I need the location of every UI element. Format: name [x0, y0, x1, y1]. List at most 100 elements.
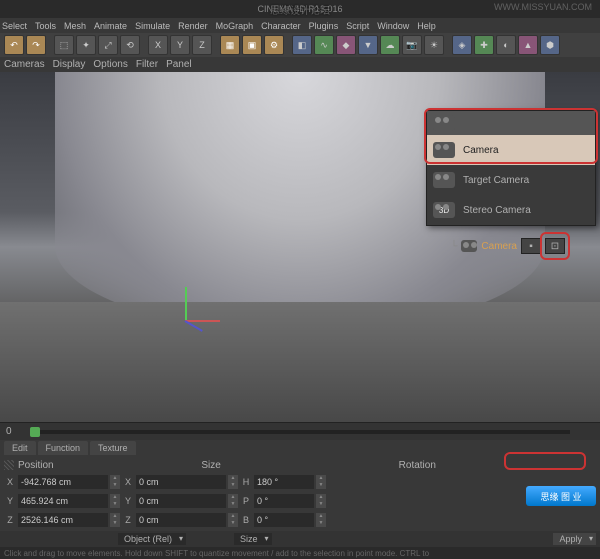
tool-a[interactable]: ◈: [452, 35, 472, 55]
menu-select[interactable]: Select: [2, 21, 27, 31]
size-z-input[interactable]: [136, 513, 226, 527]
rot-p-input[interactable]: [254, 494, 314, 508]
generator-button[interactable]: ◆: [336, 35, 356, 55]
status-bar: Click and drag to move elements. Hold do…: [0, 547, 600, 559]
vp-display[interactable]: Display: [53, 59, 86, 70]
timeline-track[interactable]: [30, 430, 570, 434]
timeline[interactable]: 0: [0, 422, 600, 440]
tool-b[interactable]: ✚: [474, 35, 494, 55]
label-p: P: [240, 496, 252, 506]
camera-icon: [461, 240, 477, 252]
camera-button[interactable]: 📷: [402, 35, 422, 55]
mode-dropdown[interactable]: Object (Rel): [118, 533, 186, 545]
deformer-button[interactable]: ▼: [358, 35, 378, 55]
pos-x-input[interactable]: [18, 475, 108, 489]
spinner[interactable]: ▲▼: [316, 494, 326, 508]
pos-z-input[interactable]: [18, 513, 108, 527]
coord-bottombar: Object (Rel) Size Apply: [0, 531, 600, 547]
environment-button[interactable]: ☁: [380, 35, 400, 55]
menu-help[interactable]: Help: [417, 21, 436, 31]
spinner[interactable]: ▲▼: [316, 513, 326, 527]
popup-label: Target Camera: [463, 175, 529, 186]
axis-x[interactable]: X: [148, 35, 168, 55]
menu-window[interactable]: Window: [377, 21, 409, 31]
primitive-button[interactable]: ◧: [292, 35, 312, 55]
label-b: B: [240, 515, 252, 525]
label-z: Z: [4, 515, 16, 525]
viewport-menubar: Cameras Display Options Filter Panel: [0, 57, 600, 72]
rot-b-input[interactable]: [254, 513, 314, 527]
size-y-input[interactable]: [136, 494, 226, 508]
menu-mesh[interactable]: Mesh: [64, 21, 86, 31]
menu-script[interactable]: Script: [346, 21, 369, 31]
label-h: H: [240, 477, 252, 487]
rot-h-input[interactable]: [254, 475, 314, 489]
header-size: Size: [201, 460, 220, 471]
camera-3d-icon: 3D: [433, 202, 455, 218]
menu-render[interactable]: Render: [178, 21, 208, 31]
object-manager-row[interactable]: └ Camera ▪ ⊡: [450, 238, 565, 254]
menu-animate[interactable]: Animate: [94, 21, 127, 31]
vp-panel[interactable]: Panel: [166, 59, 192, 70]
tool-d[interactable]: ▲: [518, 35, 538, 55]
viewport[interactable]: Camera Target Camera 3D Stereo Camera └ …: [0, 72, 600, 422]
header-rotation: Rotation: [399, 460, 436, 471]
object-visibility-button[interactable]: ▪: [521, 238, 541, 254]
light-button[interactable]: ☀: [424, 35, 444, 55]
popup-label: Stereo Camera: [463, 205, 531, 216]
tool-e[interactable]: ⬢: [540, 35, 560, 55]
render-settings[interactable]: ⚙: [264, 35, 284, 55]
tab-function[interactable]: Function: [38, 441, 89, 455]
spinner[interactable]: ▲▼: [110, 494, 120, 508]
menu-character[interactable]: Character: [261, 21, 301, 31]
pos-y-input[interactable]: [18, 494, 108, 508]
spinner[interactable]: ▲▼: [316, 475, 326, 489]
scene-floor: [0, 302, 600, 422]
object-tag-button[interactable]: ⊡: [545, 238, 565, 254]
undo-button[interactable]: ↶: [4, 35, 24, 55]
vp-filter[interactable]: Filter: [136, 59, 158, 70]
spinner[interactable]: ▲▼: [110, 475, 120, 489]
popup-item-stereo-camera[interactable]: 3D Stereo Camera: [427, 195, 595, 225]
popup-header: [427, 111, 595, 135]
object-label[interactable]: Camera: [481, 241, 517, 252]
vp-cameras[interactable]: Cameras: [4, 59, 45, 70]
vp-options[interactable]: Options: [93, 59, 127, 70]
tool-c[interactable]: ◐: [496, 35, 516, 55]
label-y: Y: [4, 496, 16, 506]
axis-x-handle[interactable]: [185, 320, 220, 322]
rotate-tool[interactable]: ⟲: [120, 35, 140, 55]
spinner[interactable]: ▲▼: [228, 475, 238, 489]
titlebar: CINEMA 4D R13.016: [0, 0, 600, 18]
tab-texture[interactable]: Texture: [90, 441, 136, 455]
label-x: X: [122, 477, 134, 487]
menu-simulate[interactable]: Simulate: [135, 21, 170, 31]
spinner[interactable]: ▲▼: [228, 494, 238, 508]
axis-y[interactable]: Y: [170, 35, 190, 55]
spinner[interactable]: ▲▼: [110, 513, 120, 527]
axis-z[interactable]: Z: [192, 35, 212, 55]
apply-button[interactable]: Apply: [553, 533, 596, 545]
popup-item-camera[interactable]: Camera: [427, 135, 595, 165]
move-tool[interactable]: ✦: [76, 35, 96, 55]
toolbar: ↶ ↷ ⬚ ✦ ⤢ ⟲ X Y Z ▦ ▣ ⚙ ◧ ∿ ◆ ▼ ☁ 📷 ☀ ◈ …: [0, 33, 600, 57]
axis-y-handle[interactable]: [185, 287, 187, 322]
scale-tool[interactable]: ⤢: [98, 35, 118, 55]
spline-button[interactable]: ∿: [314, 35, 334, 55]
menu-plugins[interactable]: Plugins: [309, 21, 339, 31]
size-x-input[interactable]: [136, 475, 226, 489]
select-tool[interactable]: ⬚: [54, 35, 74, 55]
axis-gizmo[interactable]: [165, 282, 205, 322]
redo-button[interactable]: ↷: [26, 35, 46, 55]
menu-mograph[interactable]: MoGraph: [216, 21, 254, 31]
render-region[interactable]: ▣: [242, 35, 262, 55]
tab-edit[interactable]: Edit: [4, 441, 36, 455]
coordinates-panel: Position Size Rotation X ▲▼ X ▲▼ H ▲▼ Y …: [0, 456, 600, 531]
spinner[interactable]: ▲▼: [228, 513, 238, 527]
popup-item-target-camera[interactable]: Target Camera: [427, 165, 595, 195]
size-dropdown[interactable]: Size: [234, 533, 272, 545]
render-button[interactable]: ▦: [220, 35, 240, 55]
camera-icon: [433, 115, 455, 131]
menu-tools[interactable]: Tools: [35, 21, 56, 31]
menubar: Select Tools Mesh Animate Simulate Rende…: [0, 18, 600, 33]
